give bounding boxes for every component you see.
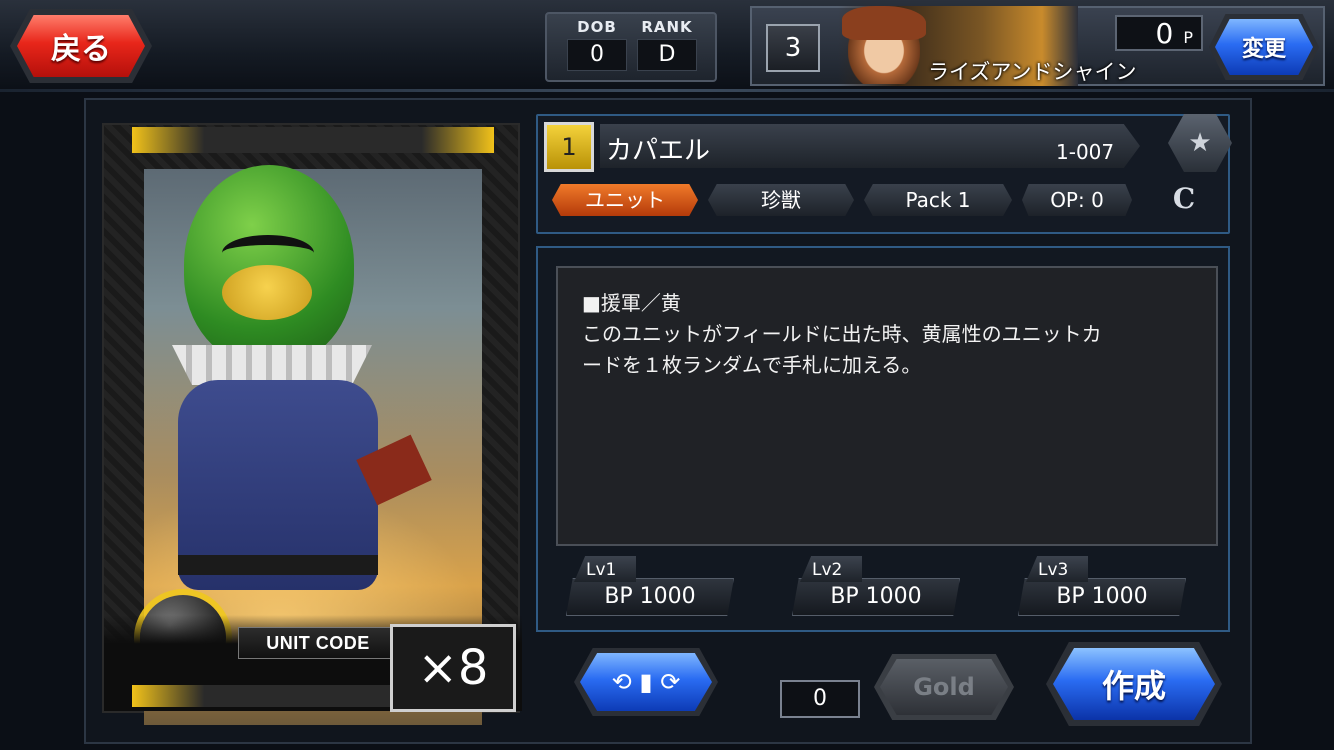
rank-column: RANK D <box>637 18 697 71</box>
create-button-label: 作成 <box>1053 648 1215 720</box>
back-button-label: 戻る <box>17 15 145 77</box>
dob-label: DOB <box>577 18 617 36</box>
dob-column: DOB 0 <box>567 18 627 71</box>
bp-level-label: Lv3 <box>1026 556 1088 582</box>
type-tag: ユニット <box>552 184 698 216</box>
create-button[interactable]: 作成 <box>1046 642 1222 726</box>
ability-line: このユニットがフィールドに出た時、黄属性のユニットカ <box>582 322 1102 346</box>
card-frame-top <box>132 127 494 153</box>
bp-level-2: BP 1000 Lv2 <box>792 556 960 618</box>
change-button-label: 変更 <box>1215 19 1313 75</box>
dob-rank-panel: DOB 0 RANK D <box>545 12 717 82</box>
bp-value: BP 1000 <box>566 578 734 616</box>
swap-card-button[interactable]: ⟲ ▮ ⟳ <box>574 648 718 716</box>
top-bar: 戻る DOB 0 RANK D 3 ライズアンドシャイン 0 P 変更 <box>0 0 1334 92</box>
card-name: カパエル <box>606 136 711 166</box>
bp-value: BP 1000 <box>792 578 960 616</box>
mascot-collar <box>172 345 372 385</box>
bp-level-label: Lv2 <box>800 556 862 582</box>
bp-level-label: Lv1 <box>574 556 636 582</box>
bp-level-1: BP 1000 Lv1 <box>566 556 734 618</box>
player-points: 0 P <box>1115 15 1203 51</box>
ability-line: ■援軍／黄 <box>582 291 681 315</box>
points-value: 0 <box>1155 17 1174 50</box>
player-panel: 3 ライズアンドシャイン 0 P 変更 <box>750 6 1325 86</box>
ability-line: ードを１枚ランダムで手札に加える。 <box>582 353 922 377</box>
rank-label: RANK <box>641 18 693 36</box>
swap-card-icon: ⟲ ▮ ⟳ <box>580 653 712 711</box>
gold-button-label: Gold <box>880 659 1008 715</box>
unit-code-label: UNIT CODE <box>238 627 398 659</box>
mascot-beak <box>222 265 312 320</box>
gold-button[interactable]: Gold <box>874 654 1014 720</box>
gold-count: 0 <box>780 680 860 718</box>
rarity-badge: C <box>1172 182 1196 215</box>
cost-badge: 1 <box>544 122 594 172</box>
bp-level-3: BP 1000 Lv3 <box>1018 556 1186 618</box>
player-name: ライズアンドシャイン <box>928 60 1137 84</box>
change-button[interactable]: 変更 <box>1209 14 1319 80</box>
owned-count: ×8 <box>390 624 516 712</box>
star-icon: ★ <box>1188 128 1212 158</box>
back-button[interactable]: 戻る <box>10 9 152 83</box>
race-tag: 珍獣 <box>708 184 854 216</box>
op-tag: OP: 0 <box>1022 184 1132 216</box>
bp-value: BP 1000 <box>1018 578 1186 616</box>
pack-tag: Pack 1 <box>864 184 1012 216</box>
avatar-hair <box>842 6 926 40</box>
rank-value: D <box>637 39 697 71</box>
player-level: 3 <box>766 24 820 72</box>
ability-text-box: ■援軍／黄 このユニットがフィールドに出た時、黄属性のユニットカ ードを１枚ラン… <box>556 266 1218 546</box>
dob-value: 0 <box>567 39 627 71</box>
points-unit: P <box>1183 28 1193 47</box>
mascot-belt <box>178 555 378 575</box>
card-number: 1-007 <box>1056 140 1115 164</box>
